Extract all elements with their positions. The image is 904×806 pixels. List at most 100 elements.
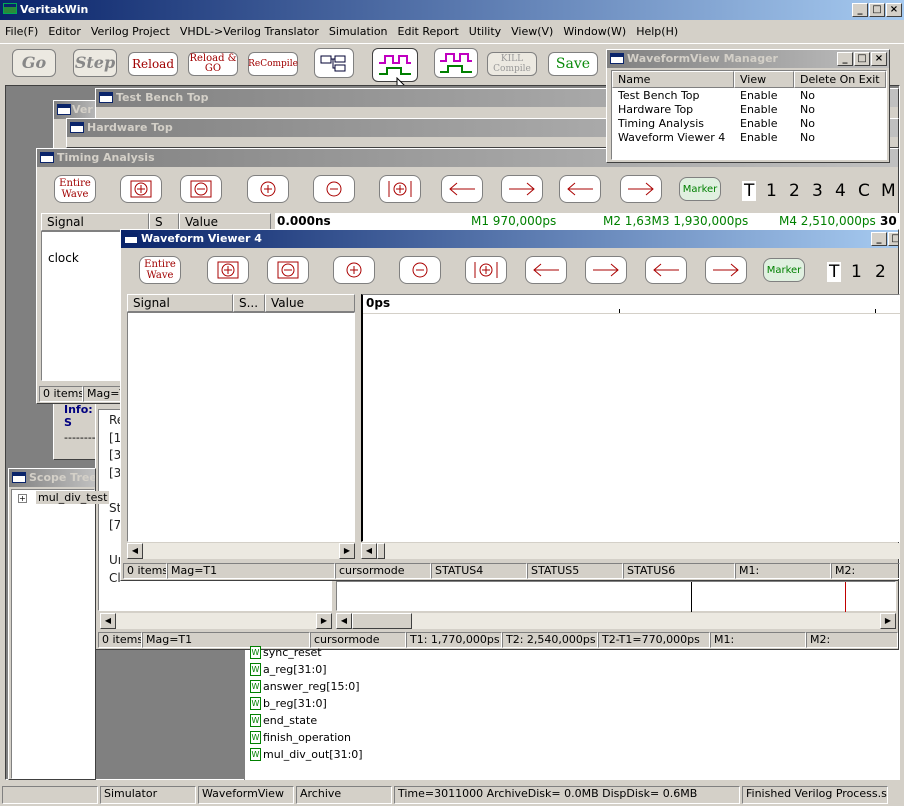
prev-marker-button[interactable]: [559, 175, 601, 203]
step-button[interactable]: Step: [73, 49, 117, 77]
list-item[interactable]: Wanswer_reg[15:0]: [250, 678, 360, 695]
menu-editor[interactable]: Editor: [43, 25, 86, 38]
marker-letters: T 1 2 3 4 C M: [737, 175, 900, 207]
next-edge-button[interactable]: [501, 175, 543, 203]
scroll-left-icon[interactable]: ◀: [127, 543, 143, 559]
list-item[interactable]: Wa_reg[31:0]: [250, 661, 327, 678]
kill-compile-button[interactable]: KILL Compile: [487, 52, 537, 76]
close-button[interactable]: ×: [886, 3, 902, 17]
view-column-header[interactable]: View: [734, 71, 794, 88]
reload-go-button[interactable]: Reload & GO: [188, 52, 238, 76]
table-row[interactable]: Waveform Viewer 4 Enable No: [612, 131, 886, 145]
menu-vhdl-translator[interactable]: VHDL->Verilog Translator: [175, 25, 324, 38]
scroll-left-icon[interactable]: ◀: [361, 543, 377, 559]
scroll-left-icon[interactable]: ◀: [336, 613, 352, 629]
table-row[interactable]: Test Bench Top Enable No: [612, 89, 886, 103]
waveform-view-2-button[interactable]: [434, 48, 478, 78]
wv4-titlebar: Waveform Viewer 4 _ □: [121, 230, 898, 248]
scroll-right-icon[interactable]: ▶: [316, 613, 332, 629]
zoom-out-button[interactable]: [399, 256, 441, 284]
table-row[interactable]: Hardware Top Enable No: [612, 103, 886, 117]
letter-c[interactable]: C: [858, 181, 870, 201]
menu-file[interactable]: File(F): [0, 25, 43, 38]
tb-status-t1: T1: 1,770,000ps: [406, 632, 502, 648]
minimize-button[interactable]: _: [871, 232, 887, 246]
letter-t[interactable]: T: [827, 262, 842, 282]
minimize-button[interactable]: _: [852, 3, 868, 17]
zoom-area-button[interactable]: [207, 256, 249, 284]
letter-t[interactable]: T: [742, 181, 757, 201]
hierarchy-button[interactable]: [314, 48, 354, 78]
reload-button[interactable]: Reload: [128, 52, 178, 76]
letter-m[interactable]: M: [881, 181, 896, 201]
scope-root[interactable]: mul_div_test: [36, 491, 110, 504]
wv4-hscroll-right[interactable]: ◀: [361, 543, 900, 559]
save-button[interactable]: Save: [548, 52, 598, 76]
scroll-right-icon[interactable]: ▶: [880, 613, 896, 629]
list-item[interactable]: Wend_state: [250, 712, 317, 729]
close-button[interactable]: ×: [871, 52, 887, 66]
signal-name[interactable]: clock: [48, 251, 79, 265]
list-item[interactable]: Wb_reg[31:0]: [250, 695, 327, 712]
letter-2[interactable]: 2: [875, 262, 886, 282]
prev-edge-button[interactable]: [525, 256, 567, 284]
letter-1[interactable]: 1: [766, 181, 777, 201]
entire-wave-button[interactable]: Entire Wave: [139, 256, 181, 284]
scroll-thumb[interactable]: [377, 543, 385, 559]
minimize-button[interactable]: _: [837, 52, 853, 66]
marker-button[interactable]: Marker: [763, 258, 805, 282]
letter-1[interactable]: 1: [851, 262, 862, 282]
delete-column-header[interactable]: Delete On Exit: [794, 71, 886, 88]
go-button[interactable]: Go: [12, 49, 56, 77]
menu-window[interactable]: Window(W): [558, 25, 631, 38]
scroll-right-icon[interactable]: ▶: [339, 543, 355, 559]
value-column-header[interactable]: Value: [265, 294, 355, 312]
letter-4[interactable]: 4: [835, 181, 846, 201]
prev-marker-button[interactable]: [645, 256, 687, 284]
zoom-area-button[interactable]: [120, 175, 162, 203]
next-edge-button[interactable]: [585, 256, 627, 284]
menu-view[interactable]: View(V): [506, 25, 558, 38]
scroll-thumb[interactable]: [352, 613, 412, 629]
expand-icon[interactable]: +: [18, 494, 27, 503]
zoom-out-button[interactable]: [313, 175, 355, 203]
prev-edge-button[interactable]: [441, 175, 483, 203]
menu-utility[interactable]: Utility: [464, 25, 506, 38]
entire-wave-button[interactable]: Entire Wave: [54, 175, 96, 203]
zoom-cursor-button[interactable]: [379, 175, 421, 203]
ruler-line: [363, 313, 902, 314]
s-column-header[interactable]: S...: [233, 294, 265, 312]
menu-verilog-project[interactable]: Verilog Project: [86, 25, 175, 38]
recompile-button[interactable]: ReCompile: [248, 52, 298, 76]
next-marker-button[interactable]: [620, 175, 662, 203]
name-column-header[interactable]: Name: [612, 71, 734, 88]
menu-simulation[interactable]: Simulation: [324, 25, 393, 38]
zoom-area-icon: [217, 261, 239, 279]
table-row[interactable]: Timing Analysis Enable No: [612, 117, 886, 131]
unzoom-area-button[interactable]: [180, 175, 222, 203]
tb-hscroll-right[interactable]: ◀ ▶: [336, 613, 896, 629]
maximize-button[interactable]: □: [888, 232, 898, 246]
scroll-left-icon[interactable]: ◀: [100, 613, 116, 629]
menu-edit-report[interactable]: Edit Report: [393, 25, 464, 38]
time-readout: 0.000ns: [277, 214, 331, 228]
list-item[interactable]: Wfinish_operation: [250, 729, 351, 746]
zoom-cursor-button[interactable]: [465, 256, 507, 284]
menu-help[interactable]: Help(H): [631, 25, 683, 38]
zoom-in-button[interactable]: [333, 256, 375, 284]
list-item[interactable]: Wmul_div_out[31:0]: [250, 746, 363, 763]
marker-button[interactable]: Marker: [679, 177, 721, 201]
wire-icon: W: [250, 748, 261, 761]
waveform-view-button[interactable]: [372, 48, 418, 82]
letter-2[interactable]: 2: [789, 181, 800, 201]
unzoom-area-button[interactable]: [267, 256, 309, 284]
list-item[interactable]: Wsync_reset: [250, 644, 322, 661]
maximize-button[interactable]: □: [869, 3, 885, 17]
maximize-button[interactable]: □: [854, 52, 870, 66]
tb-hscroll-left[interactable]: ◀ ▶: [100, 613, 332, 629]
letter-3[interactable]: 3: [812, 181, 823, 201]
zoom-in-button[interactable]: [247, 175, 289, 203]
wv4-hscroll-left[interactable]: ◀ ▶: [127, 543, 355, 559]
next-marker-button[interactable]: [705, 256, 747, 284]
signal-column-header[interactable]: Signal: [127, 294, 233, 312]
